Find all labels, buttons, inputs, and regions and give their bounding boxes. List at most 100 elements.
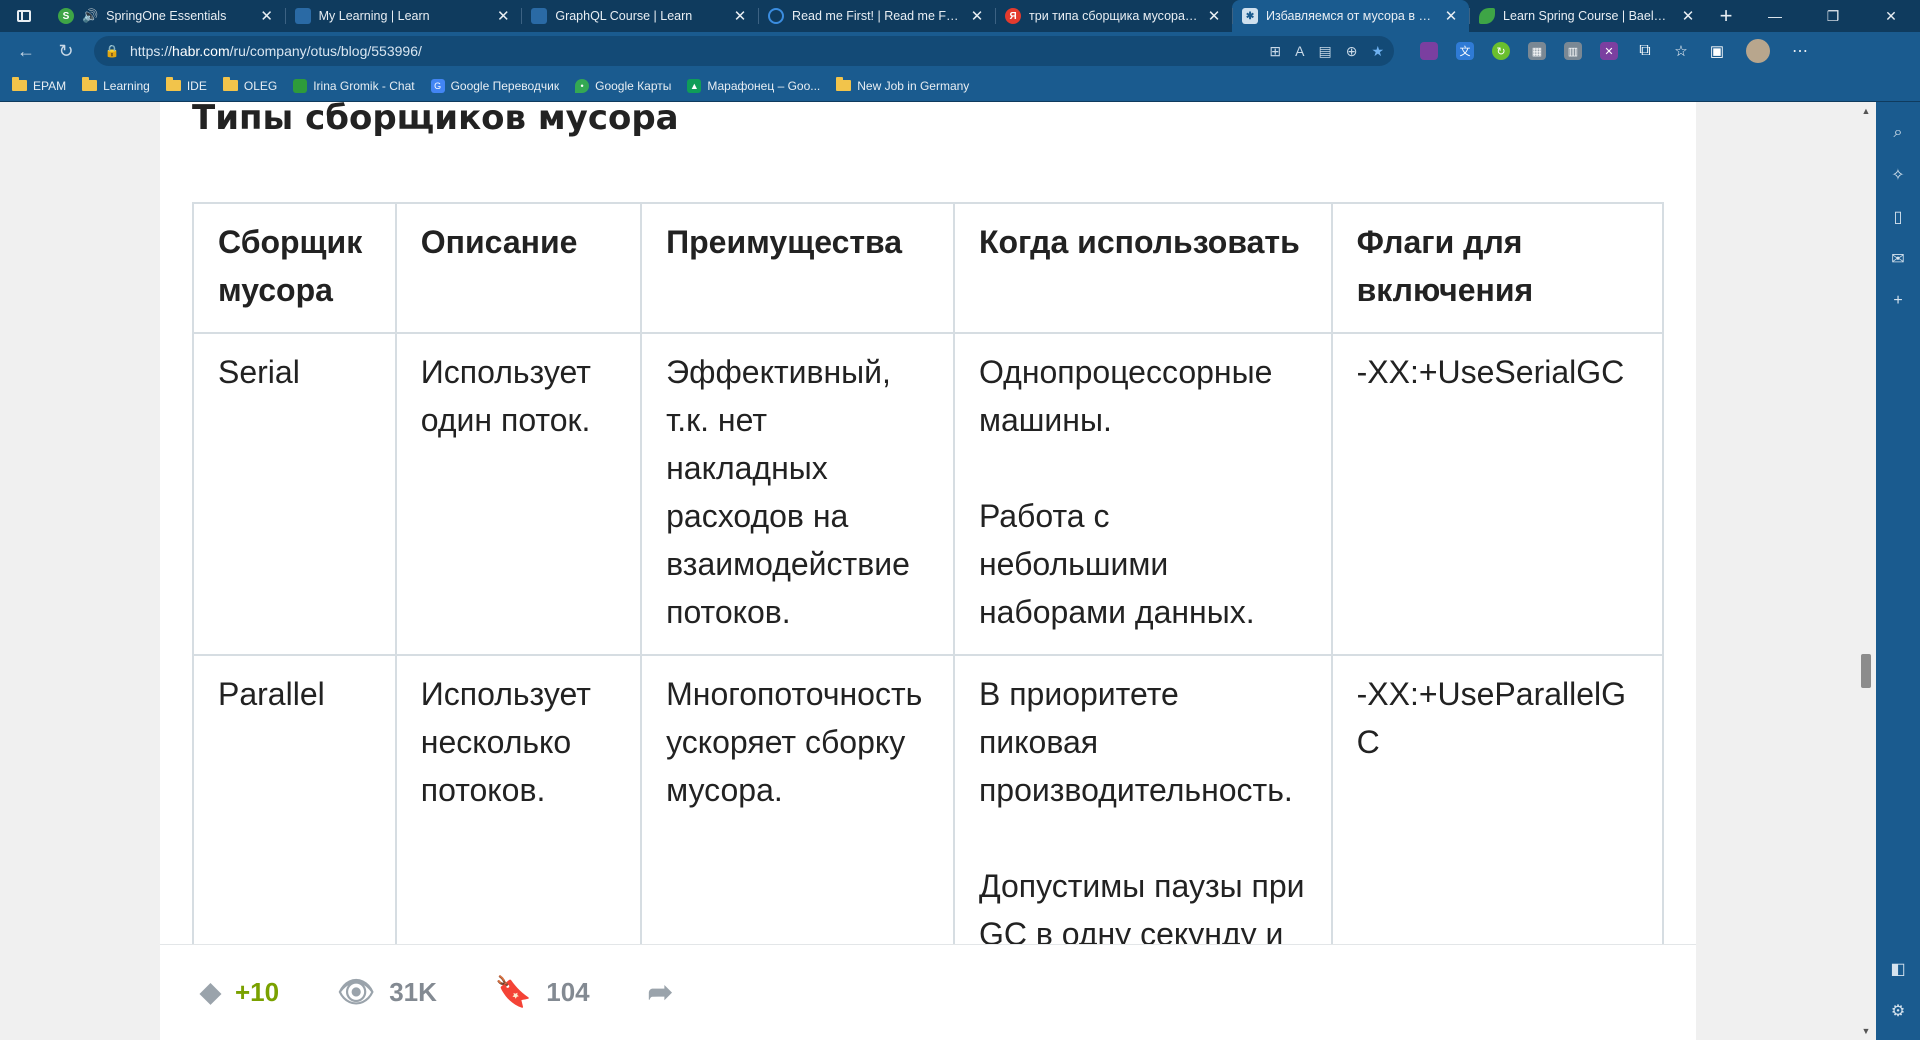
add-icon[interactable]: +: [1883, 286, 1913, 316]
bookmark-epam[interactable]: EPAM: [12, 77, 66, 93]
read-aloud-icon[interactable]: A: [1295, 43, 1304, 60]
extensions-puzzle-icon[interactable]: ⧉: [1636, 42, 1654, 60]
folder-icon: [836, 77, 852, 91]
outlook-icon[interactable]: ✉: [1883, 244, 1913, 274]
url-text[interactable]: https://habr.com/ru/company/otus/blog/55…: [130, 43, 1259, 59]
extension-grey-icon[interactable]: ▦: [1528, 42, 1546, 60]
folder-icon: [165, 77, 181, 91]
cell-when-to-use: В приоритете пиковая производительность.…: [952, 654, 1333, 978]
browser-sidebar: ⌕ ✧ ▯ ✉ + ◧ ⚙: [1876, 102, 1920, 1040]
leaf-icon: [1479, 8, 1496, 24]
more-options-icon[interactable]: ⋯: [1792, 41, 1808, 61]
close-icon[interactable]: ✕: [1206, 7, 1222, 25]
bookmark-marafonets[interactable]: ▲ Марафонец – Goo...: [687, 78, 820, 93]
chat-icon: [293, 78, 308, 93]
cell-when-to-use: Однопроцессорные машины. Работа с неболь…: [952, 332, 1333, 656]
immersive-reader-icon[interactable]: ▤: [1318, 43, 1331, 60]
collections-icon[interactable]: ▣: [1708, 42, 1726, 60]
cell-flags: -XX:+UseSerialGC: [1330, 332, 1665, 656]
settings-gear-icon[interactable]: ⚙: [1883, 996, 1913, 1026]
extension-x-icon[interactable]: ✕: [1600, 42, 1618, 60]
share-button[interactable]: ➦: [648, 975, 673, 1010]
folder-icon: [12, 77, 27, 91]
office-icon[interactable]: ▯: [1883, 202, 1913, 232]
tab-baeldung[interactable]: Learn Spring Course | Baeldung ✕: [1469, 0, 1706, 32]
habr-icon: ✱: [1242, 8, 1259, 24]
tab-title: Learn Spring Course | Baeldung: [1503, 9, 1673, 23]
cell-when-line-1: В приоритете пиковая производительность.: [978, 676, 1293, 808]
close-icon[interactable]: ✕: [969, 7, 985, 25]
page-viewport: Типы сборщиков мусора Сборщик мусора Опи…: [0, 102, 1876, 1040]
table-header-when-to-use: Когда использовать: [952, 202, 1333, 334]
lock-icon[interactable]: 🔒: [104, 44, 120, 58]
app-available-icon[interactable]: ⊞: [1269, 43, 1281, 60]
tab-springone[interactable]: S 🔊 SpringOne Essentials ✕: [48, 0, 285, 32]
favorite-star-icon[interactable]: ★: [1371, 43, 1384, 60]
close-window-icon[interactable]: ✕: [1862, 0, 1920, 32]
favorites-icon[interactable]: ☆: [1672, 42, 1690, 60]
table-header-flags: Флаги для включения: [1330, 202, 1665, 334]
tab-read-me-first[interactable]: Read me First! | Read me First! | A ✕: [758, 0, 995, 32]
tab-title: My Learning | Learn: [318, 9, 430, 23]
folder-icon: [82, 77, 98, 91]
views-value: 31K: [389, 977, 437, 1007]
address-toolbar: ← ↻ 🔒 https://habr.com/ru/company/otus/b…: [0, 32, 1920, 70]
close-icon[interactable]: ✕: [732, 7, 748, 25]
tab-yandex-search[interactable]: Я три типа сборщика мусора в ja ✕: [995, 0, 1232, 32]
article-stats-bar: ⬥ +10 👁 31K 🔖 104 ➦: [160, 944, 1696, 1040]
tab-graphql[interactable]: GraphQL Course | Learn ✕: [521, 0, 758, 32]
map-pin-icon: •: [575, 78, 590, 93]
tab-title: три типа сборщика мусора в ja: [1029, 9, 1199, 23]
tab-habr-article[interactable]: ✱ Избавляемся от мусора в Java ✕: [1232, 0, 1470, 32]
zoom-icon[interactable]: ⊕: [1346, 43, 1358, 60]
close-icon[interactable]: ✕: [259, 7, 275, 25]
learn-icon: [531, 8, 548, 24]
google-translate-icon: G: [430, 78, 445, 93]
address-bar[interactable]: 🔒 https://habr.com/ru/company/otus/blog/…: [94, 36, 1394, 66]
bookmark-oleg[interactable]: OLEG: [222, 77, 277, 93]
bookmark-counter[interactable]: 🔖 104: [495, 975, 590, 1010]
scroll-up-arrow-icon[interactable]: ▲: [1860, 106, 1872, 116]
bookmark-google-maps[interactable]: • Google Карты: [575, 78, 671, 93]
tab-title: GraphQL Course | Learn: [555, 9, 693, 23]
table-header-description: Описание: [394, 202, 643, 334]
bookmark-learning[interactable]: Learning: [82, 77, 150, 93]
extension-purple-icon[interactable]: [1420, 42, 1438, 60]
discover-icon[interactable]: ✧: [1883, 160, 1913, 190]
profile-avatar[interactable]: [1746, 39, 1770, 63]
cell-description: Использует несколько потоков.: [394, 654, 643, 978]
tab-title: SpringOne Essentials: [106, 9, 227, 23]
cell-collector: Serial: [192, 332, 397, 656]
close-icon[interactable]: ✕: [1680, 7, 1696, 25]
speaker-icon[interactable]: 🔊: [82, 8, 98, 24]
search-icon[interactable]: ⌕: [1883, 118, 1913, 148]
restore-icon[interactable]: ❐: [1804, 0, 1862, 32]
translate-extension-icon[interactable]: 文: [1456, 42, 1474, 60]
rating-widget[interactable]: ⬥ +10: [200, 976, 279, 1010]
bookmark-icon[interactable]: 🔖: [495, 975, 532, 1010]
tab-actions-menu-icon[interactable]: [0, 0, 48, 32]
folder-icon: [222, 77, 238, 91]
new-tab-button[interactable]: +: [1706, 0, 1746, 32]
scroll-down-arrow-icon[interactable]: ▼: [1860, 1026, 1872, 1036]
bookmark-new-job-germany[interactable]: New Job in Germany: [836, 77, 969, 93]
green-extension-icon[interactable]: ↻: [1492, 42, 1510, 60]
close-icon[interactable]: ✕: [495, 7, 511, 25]
google-drive-icon: ▲: [687, 78, 702, 93]
bookmark-ide[interactable]: IDE: [165, 77, 207, 93]
share-arrow-icon[interactable]: ➦: [648, 975, 673, 1010]
back-arrow-icon[interactable]: ←: [10, 35, 42, 67]
tab-my-learning[interactable]: My Learning | Learn ✕: [284, 0, 522, 32]
sidebar-toggle-icon[interactable]: ◧: [1883, 954, 1913, 984]
article-body: Типы сборщиков мусора Сборщик мусора Опи…: [160, 102, 1696, 1040]
page-scrollbar[interactable]: ▲ ▼: [1856, 102, 1876, 1040]
refresh-icon[interactable]: ↻: [50, 35, 82, 67]
close-icon[interactable]: ✕: [1443, 7, 1459, 25]
scrollbar-thumb[interactable]: [1861, 654, 1871, 688]
vote-icon[interactable]: ⬥: [200, 976, 221, 1010]
bookmark-irina-chat[interactable]: Irina Gromik - Chat: [293, 78, 415, 93]
minimize-icon[interactable]: —: [1746, 0, 1804, 32]
bookmarks-bar: EPAM Learning IDE OLEG Irina Gromik - Ch…: [0, 70, 1920, 102]
bookmark-google-translate[interactable]: G Google Переводчик: [430, 78, 559, 93]
extension-chart-icon[interactable]: ▥: [1564, 42, 1582, 60]
